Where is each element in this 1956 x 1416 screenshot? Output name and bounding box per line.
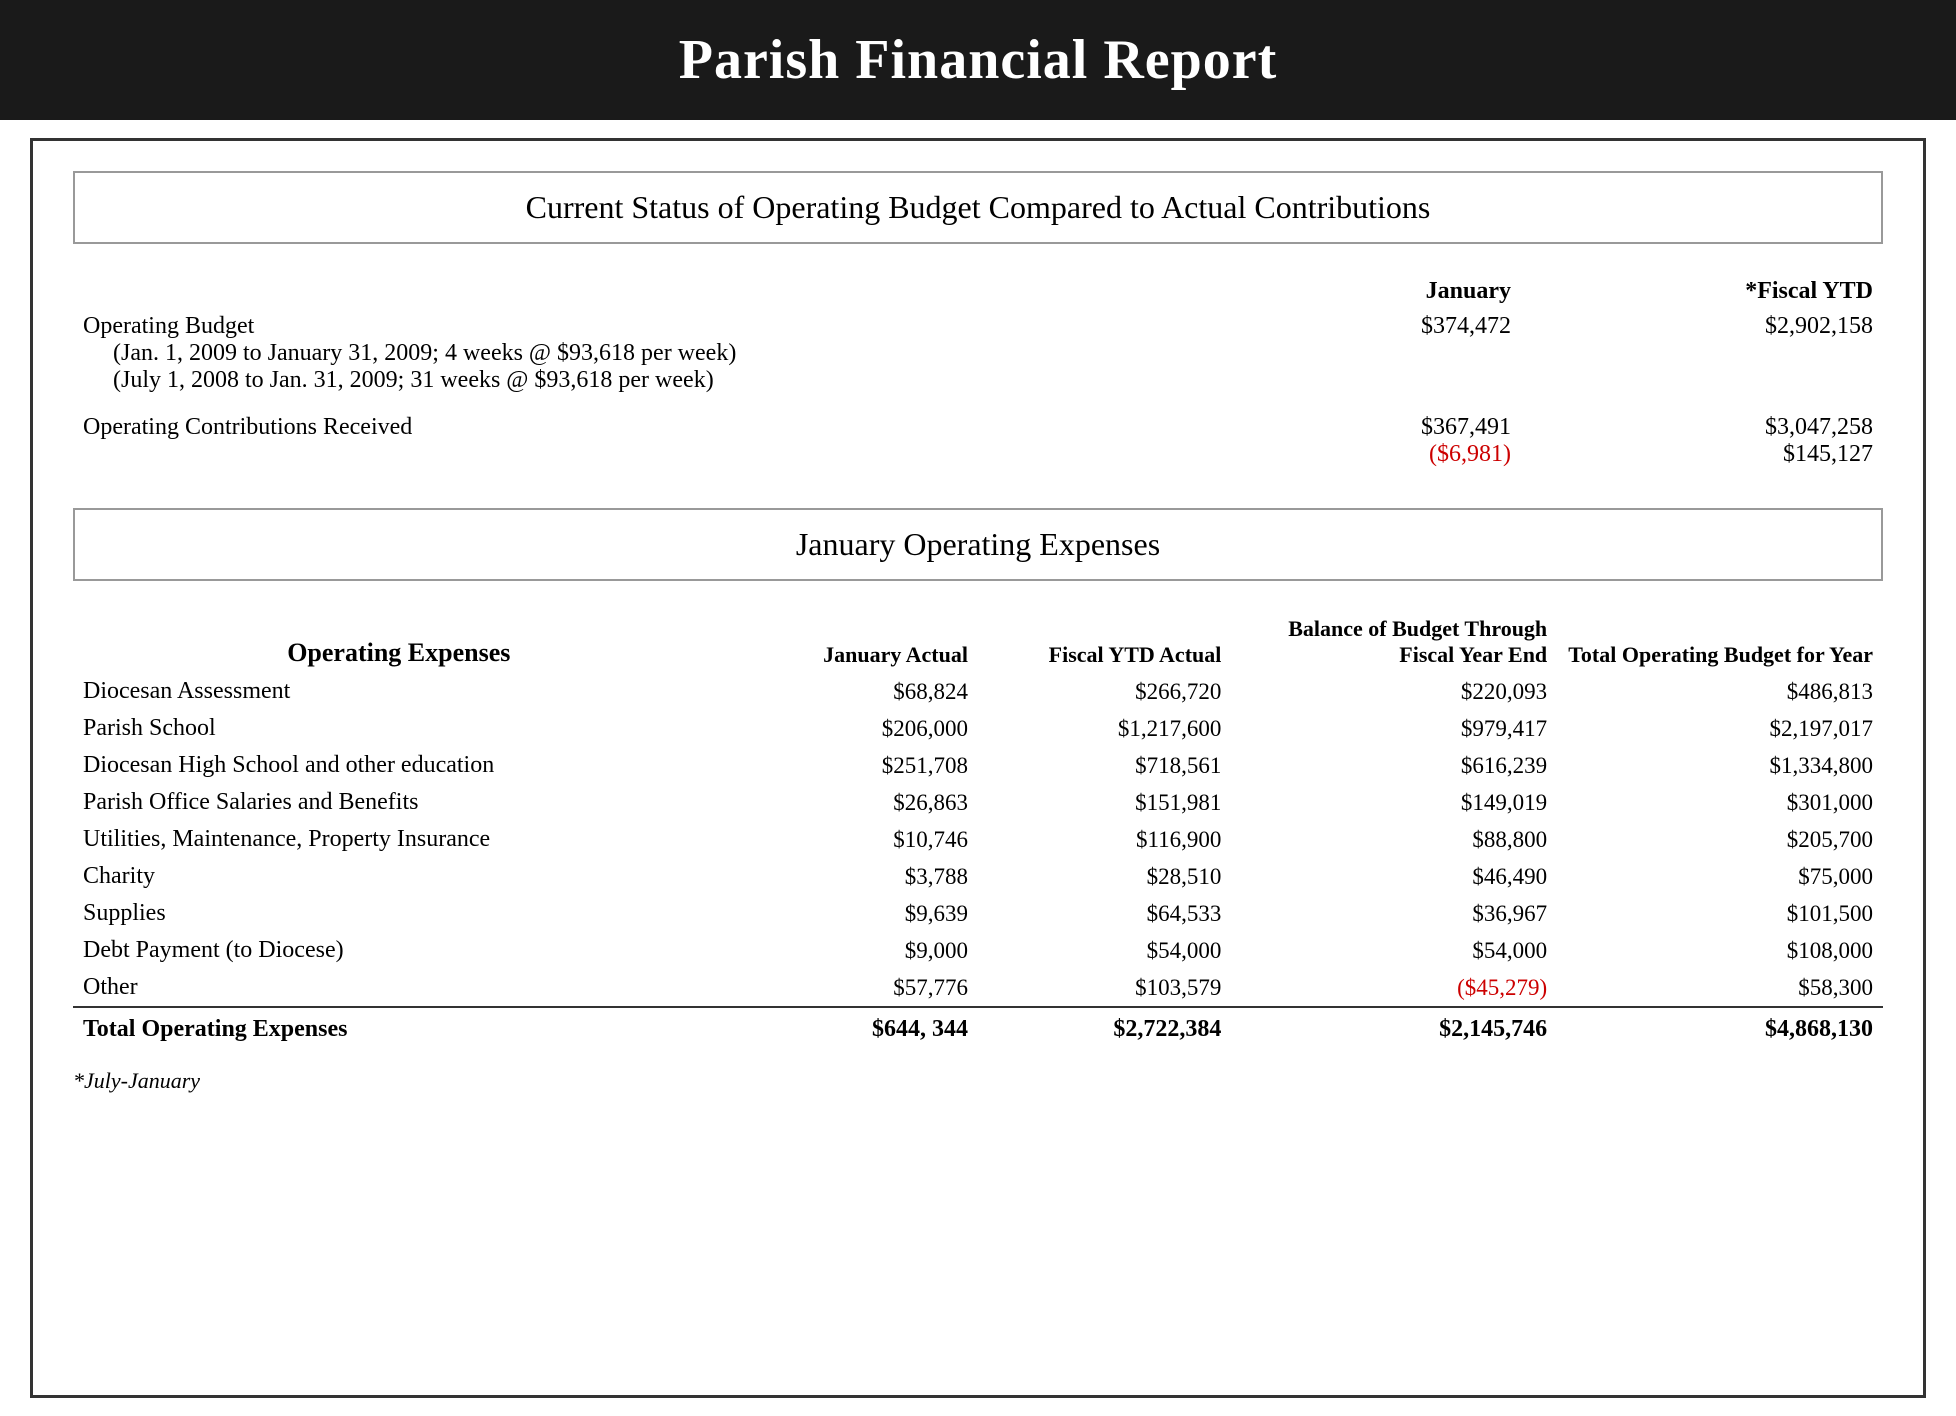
expense-jan-5: $3,788 [725, 858, 978, 895]
expense-fytd-4: $116,900 [978, 821, 1231, 858]
budget-sublabel-2: (July 1, 2008 to Jan. 31, 2009; 31 weeks… [83, 367, 1149, 394]
expenses-data-row: Diocesan High School and other education… [73, 747, 1883, 784]
expense-jan-4: $10,746 [725, 821, 978, 858]
expense-balance-4: $88,800 [1231, 821, 1557, 858]
expense-fytd-8: $103,579 [978, 969, 1231, 1007]
expense-total-5: $75,000 [1557, 858, 1883, 895]
expense-total-6: $101,500 [1557, 895, 1883, 932]
expense-balance-6: $36,967 [1231, 895, 1557, 932]
budget-row-1: Operating Budget (Jan. 1, 2009 to Januar… [73, 309, 1883, 398]
budget-label-main: Operating Budget [83, 313, 1149, 340]
expense-jan-1: $206,000 [725, 710, 978, 747]
expense-balance-3: $149,019 [1231, 784, 1557, 821]
expense-total-2: $1,334,800 [1557, 747, 1883, 784]
expenses-data-row: Other$57,776$103,579($45,279)$58,300 [73, 969, 1883, 1007]
expense-total-4: $205,700 [1557, 821, 1883, 858]
expense-total-3: $301,000 [1557, 784, 1883, 821]
operating-expenses-section: January Operating Expenses [73, 508, 1883, 581]
total-col-name: Total Operating Expenses [73, 1007, 725, 1048]
expense-total-8: $58,300 [1557, 969, 1883, 1007]
expense-name-2: Diocesan High School and other education [73, 747, 725, 784]
budget-contributions-ytd: $3,047,258 $145,127 [1521, 398, 1883, 472]
expense-name-1: Parish School [73, 710, 725, 747]
expense-name-3: Parish Office Salaries and Benefits [73, 784, 725, 821]
expense-balance-8: ($45,279) [1231, 969, 1557, 1007]
budget-contributions-label: Operating Contributions Received [73, 398, 1159, 472]
expenses-data-row: Utilities, Maintenance, Property Insuran… [73, 821, 1883, 858]
expense-jan-8: $57,776 [725, 969, 978, 1007]
budget-contributions-jan-diff: ($6,981) [1169, 441, 1511, 468]
total-col-balance: $2,145,746 [1231, 1007, 1557, 1048]
col-header-total: Total Operating Budget for Year [1557, 611, 1883, 673]
total-col-fytd-act: $2,722,384 [978, 1007, 1231, 1048]
expense-fytd-5: $28,510 [978, 858, 1231, 895]
col-header-name: Operating Expenses [73, 611, 725, 673]
expenses-data-row: Diocesan Assessment$68,824$266,720$220,0… [73, 673, 1883, 710]
operating-budget-table: January *Fiscal YTD Operating Budget (Ja… [73, 274, 1883, 472]
expense-balance-5: $46,490 [1231, 858, 1557, 895]
operating-budget-title: Current Status of Operating Budget Compa… [105, 189, 1851, 226]
expense-fytd-1: $1,217,600 [978, 710, 1231, 747]
operating-budget-section: Current Status of Operating Budget Compa… [73, 171, 1883, 244]
expense-jan-6: $9,639 [725, 895, 978, 932]
expense-jan-7: $9,000 [725, 932, 978, 969]
budget-ytd-1: $2,902,158 [1521, 309, 1883, 398]
expense-total-0: $486,813 [1557, 673, 1883, 710]
col-header-fytd-act: Fiscal YTD Actual [978, 611, 1231, 673]
budget-row-2: Operating Contributions Received $367,49… [73, 398, 1883, 472]
expense-balance-0: $220,093 [1231, 673, 1557, 710]
expenses-data-row: Parish Office Salaries and Benefits$26,8… [73, 784, 1883, 821]
expense-fytd-3: $151,981 [978, 784, 1231, 821]
expenses-data-row: Debt Payment (to Diocese)$9,000$54,000$5… [73, 932, 1883, 969]
col-header-ytd: *Fiscal YTD [1521, 274, 1883, 309]
expense-fytd-0: $266,720 [978, 673, 1231, 710]
total-col-jan-act: $644, 344 [725, 1007, 978, 1048]
expense-balance-7: $54,000 [1231, 932, 1557, 969]
footnote: *July-January [73, 1068, 1883, 1094]
page-title: Parish Financial Report [40, 28, 1916, 92]
expense-fytd-7: $54,000 [978, 932, 1231, 969]
expense-fytd-2: $718,561 [978, 747, 1231, 784]
budget-jan-1: $374,472 [1159, 309, 1521, 398]
expense-total-7: $108,000 [1557, 932, 1883, 969]
col-header-jan: January [1159, 274, 1521, 309]
expense-jan-0: $68,824 [725, 673, 978, 710]
expense-name-8: Other [73, 969, 725, 1007]
page-body: Current Status of Operating Budget Compa… [30, 138, 1926, 1398]
expense-fytd-6: $64,533 [978, 895, 1231, 932]
expense-balance-2: $616,239 [1231, 747, 1557, 784]
expenses-data-row: Supplies$9,639$64,533$36,967$101,500 [73, 895, 1883, 932]
expense-jan-2: $251,708 [725, 747, 978, 784]
expenses-data-row: Parish School$206,000$1,217,600$979,417$… [73, 710, 1883, 747]
expenses-total-row: Total Operating Expenses$644, 344$2,722,… [73, 1007, 1883, 1048]
expense-name-7: Debt Payment (to Diocese) [73, 932, 725, 969]
operating-expenses-title: January Operating Expenses [105, 526, 1851, 563]
expense-name-6: Supplies [73, 895, 725, 932]
expense-name-4: Utilities, Maintenance, Property Insuran… [73, 821, 725, 858]
expenses-data-row: Charity$3,788$28,510$46,490$75,000 [73, 858, 1883, 895]
col-header-jan-act: January Actual [725, 611, 978, 673]
expense-balance-1: $979,417 [1231, 710, 1557, 747]
operating-expenses-table: Operating Expenses January Actual Fiscal… [73, 611, 1883, 1048]
expense-jan-3: $26,863 [725, 784, 978, 821]
expenses-header-row: Operating Expenses January Actual Fiscal… [73, 611, 1883, 673]
col-header-balance: Balance of Budget Through Fiscal Year En… [1231, 611, 1557, 673]
page-header: Parish Financial Report [0, 0, 1956, 120]
expense-name-5: Charity [73, 858, 725, 895]
total-col-total: $4,868,130 [1557, 1007, 1883, 1048]
budget-contributions-jan: $367,491 ($6,981) [1159, 398, 1521, 472]
expense-name-0: Diocesan Assessment [73, 673, 725, 710]
budget-sublabel-1: (Jan. 1, 2009 to January 31, 2009; 4 wee… [83, 340, 1149, 367]
expense-total-1: $2,197,017 [1557, 710, 1883, 747]
